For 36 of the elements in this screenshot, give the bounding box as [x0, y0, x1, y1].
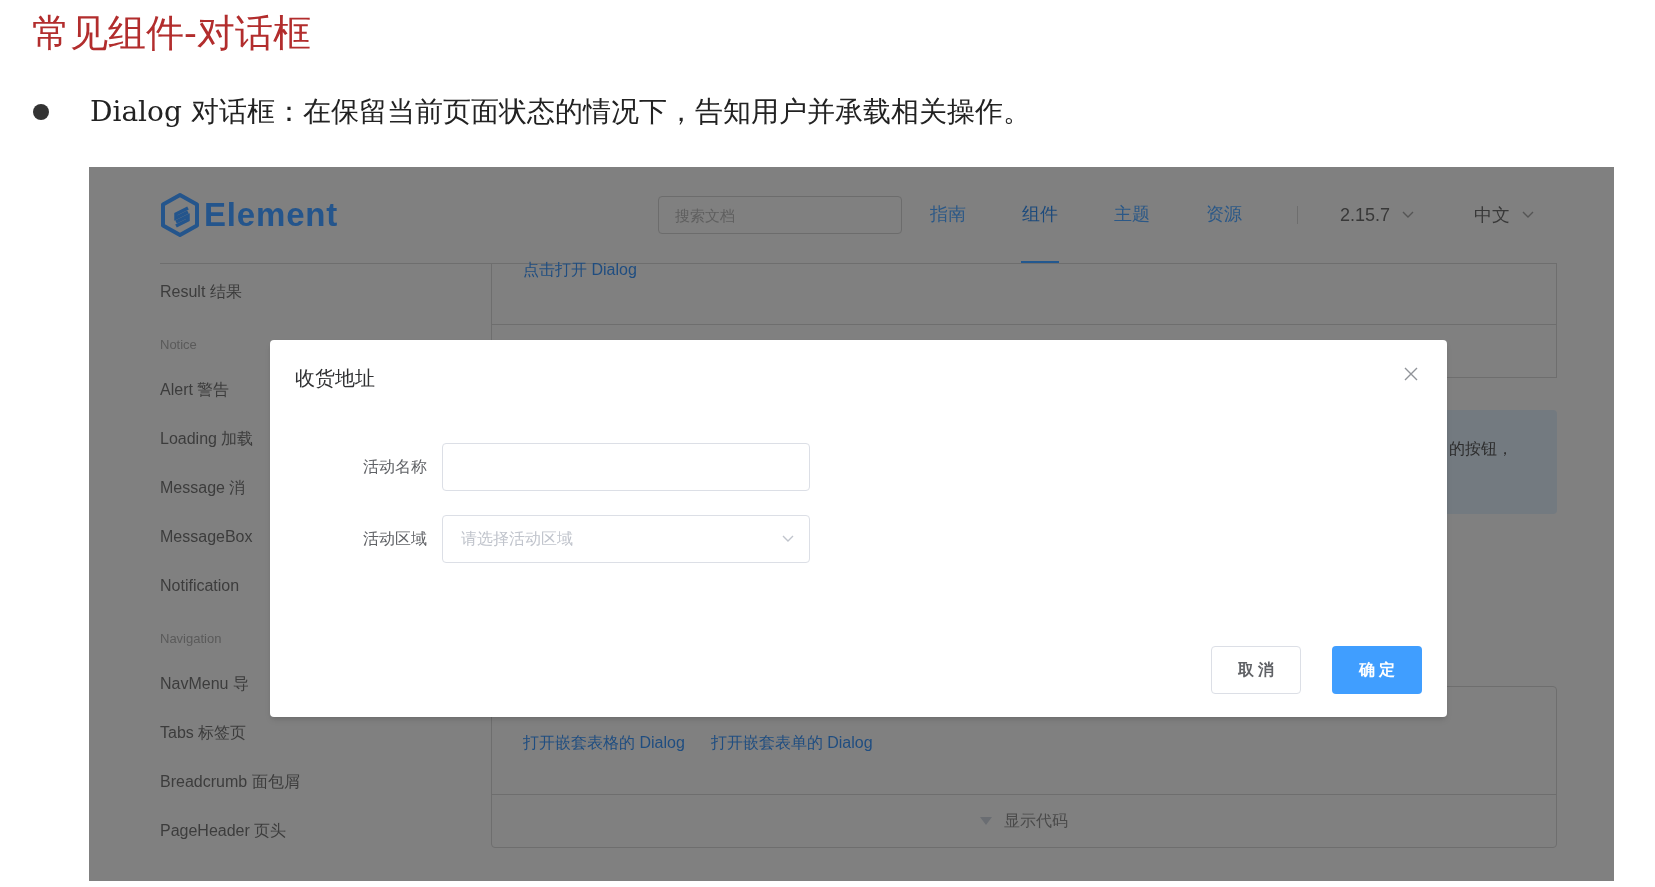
sidebar-item[interactable]: Breadcrumb 面包屑 [160, 757, 300, 806]
sidebar-item[interactable]: Loading 加载 [160, 414, 254, 463]
tip-text: 的按钮， [1449, 439, 1513, 459]
chevron-down-icon [782, 535, 794, 543]
hexagon-logo-icon [160, 192, 200, 238]
nav-tab[interactable]: 组件 [1021, 167, 1059, 263]
chevron-down-icon [1402, 211, 1415, 219]
open-dialog-link[interactable]: 打开嵌套表格的 Dialog [523, 730, 685, 755]
sidebar-item[interactable]: Alert 警告 [160, 365, 230, 414]
dialog-title: 收货地址 [295, 366, 375, 391]
sidebar-item[interactable]: MessageBox [160, 512, 253, 561]
input-field[interactable] [442, 443, 810, 491]
open-dialog-link[interactable]: 打开嵌套表单的 Dialog [710, 730, 873, 755]
open-dialog-link[interactable]: 点击打开 Dialog [523, 262, 637, 278]
sidebar-item[interactable]: Notification [160, 561, 240, 610]
confirm-button[interactable]: 确 定 [1332, 646, 1422, 694]
close-icon[interactable] [1404, 367, 1418, 381]
bullet-icon [33, 103, 49, 120]
select-field[interactable]: 请选择活动区域 [442, 515, 810, 563]
language-dropdown[interactable]: 中文 [1474, 201, 1535, 229]
slide-title: 常见组件-对话框 [32, 9, 311, 57]
nav-tab[interactable]: 资源 [1205, 167, 1243, 263]
sidebar-item[interactable]: Message 消 [160, 463, 246, 512]
version-dropdown[interactable]: 2.15.7 [1340, 201, 1415, 229]
bullet-text: Dialog 对话框：在保留当前页面状态的情况下，告知用户并承载相关操作。 [90, 93, 1031, 130]
field-label: 活动区域 [362, 529, 428, 549]
sidebar-item[interactable]: Tabs 标签页 [160, 708, 247, 757]
nav-tab[interactable]: 指南 [929, 167, 967, 263]
chevron-down-icon [1522, 211, 1535, 219]
sidebar-item[interactable]: PageHeader 页头 [160, 806, 287, 855]
sidebar-item[interactable]: NavMenu 导 [160, 659, 249, 708]
logo-text: Element [204, 195, 339, 236]
field-label: 活动名称 [362, 457, 428, 477]
sidebar-item[interactable]: Result 结果 [160, 267, 242, 316]
cancel-button[interactable]: 取 消 [1211, 646, 1301, 694]
nav-tab[interactable]: 主题 [1113, 167, 1151, 263]
